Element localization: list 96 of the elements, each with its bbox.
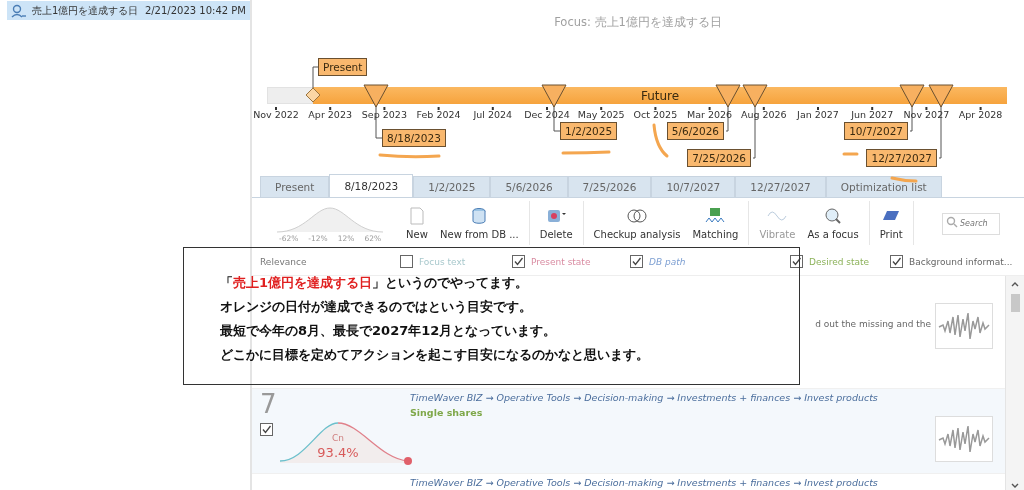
toolbar-button[interactable]: Print [873,204,909,242]
axis-tick [437,107,440,110]
column-heading: DB path [649,256,686,267]
axis-tick [871,107,874,110]
axis-label: Aug 2026 [740,109,787,120]
axis-tick [817,107,819,110]
target-triangle-icon[interactable] [899,84,925,108]
focus-title: Focus: 売上1億円を達成する日 [553,14,723,31]
column-heading: Relevance [260,256,307,267]
axis-label: May 2025 [577,109,625,120]
tab[interactable]: 7/25/2026 [567,176,652,197]
annotation-stroke [652,123,669,158]
axis-label: Jul 2024 [473,109,513,120]
checkbox[interactable] [890,255,903,268]
column-heading: Background informat... [909,256,1013,267]
date-label[interactable]: 5/6/2026 [666,122,724,140]
checkbox[interactable] [630,255,643,268]
axis-tick [654,107,657,110]
desired-state-text: Single shares [410,407,484,418]
scrollbar-thumb[interactable] [1010,294,1020,312]
annotation-stroke [890,176,918,183]
checkbox[interactable] [790,255,803,268]
toolbar-button[interactable]: As a focus [801,204,865,242]
checkbox[interactable] [512,255,525,268]
axis-label: Feb 2024 [416,109,461,120]
date-label[interactable]: 7/25/2026 [687,149,751,167]
target-triangle-icon[interactable] [715,84,741,108]
axis-tick [600,107,603,110]
leader-line [312,66,319,89]
date-label[interactable]: 10/7/2027 [844,122,908,140]
annotation-text: どこかに目標を定めてアクションを起こす目安になるのかなと思います。 [220,346,650,364]
toolbar-button[interactable]: Matching [686,204,745,242]
date-label[interactable]: Present [318,58,368,76]
annotation-text: 最短で今年の8月、最長で2027年12月となっています。 [220,322,558,340]
column-heading: Desired state [809,256,870,267]
sidebar-item[interactable]: 売上1億円を達成する日 2/21/2023 10:42 PM [7,1,250,20]
search-field[interactable]: Search [942,212,1000,235]
search-icon [946,216,958,229]
axis-label: Nov 2022 [253,109,299,120]
scroll-down-icon[interactable] [1010,482,1020,490]
toolbar-button[interactable]: New [400,204,434,242]
column-heading: Present state [531,256,591,267]
axis-label: Sep 2023 [361,109,407,120]
axis-label: Nov 2027 [903,109,950,120]
toolbar-button[interactable]: Delete [533,204,579,242]
db-path-text: TimeWaver BIZ → Operative Tools → Decision-making → Investments + finances → Invest products [410,392,879,403]
annotation-stroke [378,153,441,159]
axis-label: Jun 2027 [851,109,894,120]
target-triangle-icon[interactable] [742,84,768,108]
annotation-text: オレンジの日付が達成できるのではという目安です。 [220,298,533,316]
db-path-text: TimeWaver BIZ → Operative Tools → Decision-making → Investments + finances → Invest products [410,477,879,488]
waveform-thumbnail [935,416,993,462]
axis-label: Apr 2023 [308,109,352,120]
axis-tick [275,107,277,110]
date-label[interactable]: 1/2/2025 [560,122,618,140]
checkbox[interactable] [400,255,413,268]
tab[interactable]: Optimization list [825,176,942,197]
annotation-stroke [842,152,859,156]
scrollbar[interactable] [1005,276,1024,490]
tab[interactable]: 12/27/2027 [735,176,826,197]
target-triangle-icon[interactable] [541,84,567,108]
toolbar-button[interactable]: Checkup analysis [587,204,687,242]
axis-tick [979,107,982,110]
timeline-label: Future [640,88,680,103]
tab[interactable]: 10/7/2027 [651,176,736,197]
target-triangle-icon[interactable] [928,84,954,108]
axis-tick [546,107,548,110]
axis-tick [491,107,494,110]
tab[interactable]: Present [260,176,330,197]
column-heading: Focus text [419,256,466,267]
axis-tick [925,107,928,110]
tab[interactable]: 8/18/2023 [329,174,414,197]
target-triangle-icon[interactable] [363,84,389,108]
waveform-thumbnail [935,303,993,349]
annotation-stroke [561,150,611,155]
axis-label: Apr 2028 [958,109,1003,120]
toolbar-button[interactable]: New from DB ... [434,204,525,242]
axis-tick [708,107,711,110]
axis-label: Oct 2025 [633,109,678,120]
checkbox[interactable] [260,423,273,436]
date-label[interactable]: 8/18/2023 [382,129,446,147]
row-number: 7 [260,389,277,419]
axis-label: Mar 2026 [687,109,733,120]
overlapping-circles-icon [626,206,648,226]
person-search-icon [11,3,27,18]
tab[interactable]: 5/6/2026 [490,176,568,197]
axis-label: Dec 2024 [524,109,570,120]
axis-tick [329,107,332,110]
scroll-up-icon[interactable] [1010,280,1020,288]
axis-label: Jan 2027 [797,109,839,120]
annotation-text: 「売上1億円を達成する日」というのでやってます。 [220,274,530,292]
tab[interactable]: 1/2/2025 [413,176,491,197]
present-diamond-icon[interactable] [305,87,321,103]
past-segment [267,87,313,104]
background-info-text: d out the missing and the [815,319,931,329]
date-label[interactable]: 12/27/2027 [866,149,937,167]
